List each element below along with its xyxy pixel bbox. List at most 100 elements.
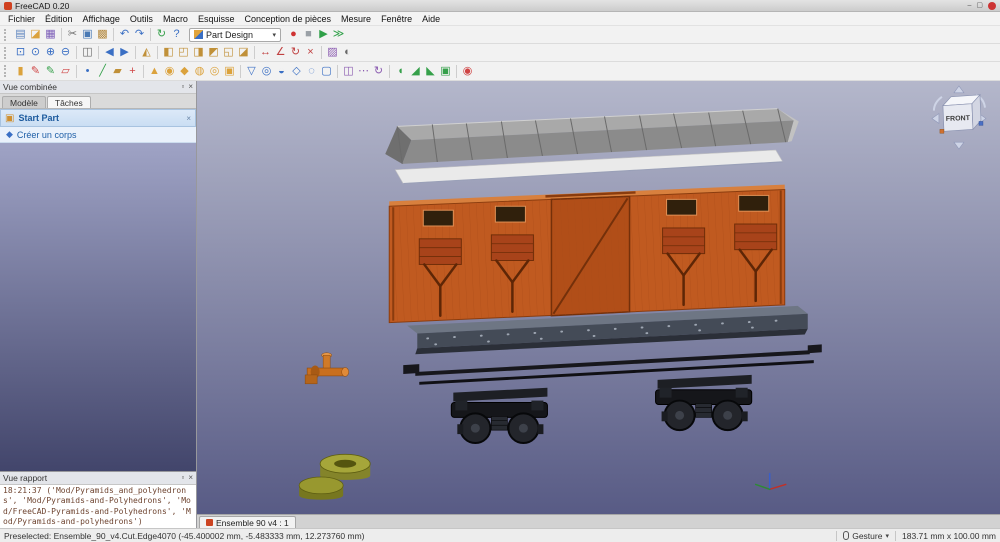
thickness-icon[interactable]: ▣ bbox=[438, 64, 453, 79]
view-front-icon[interactable]: ◧ bbox=[161, 45, 176, 60]
fillet-icon[interactable]: ◖ bbox=[393, 64, 408, 79]
menu-item-0[interactable]: Fichier bbox=[3, 14, 40, 24]
subtractive-pipe-icon[interactable]: ◌ bbox=[304, 64, 319, 79]
menu-item-8[interactable]: Fenêtre bbox=[376, 14, 417, 24]
toolbar-grip[interactable] bbox=[4, 28, 9, 41]
tab-taches[interactable]: Tâches bbox=[46, 96, 91, 108]
polar-pattern-icon[interactable]: ↻ bbox=[371, 64, 386, 79]
revolution-icon[interactable]: ◉ bbox=[162, 64, 177, 79]
create-body-icon[interactable]: ▮ bbox=[13, 64, 28, 79]
panel-float-icon[interactable]: ▫ bbox=[181, 82, 184, 92]
minimize-icon[interactable]: – bbox=[967, 2, 971, 10]
copy-icon[interactable]: ▣ bbox=[80, 27, 95, 42]
combined-view-header[interactable]: Vue combinée ▫ × bbox=[0, 81, 196, 94]
titlebar[interactable]: FreeCAD 0.20 – ▢ bbox=[0, 0, 1000, 12]
navigation-cube[interactable]: FRONT bbox=[931, 85, 987, 150]
measure-clear-icon[interactable]: × bbox=[303, 45, 318, 60]
macro-stop-icon[interactable]: ■ bbox=[301, 27, 316, 42]
menu-item-9[interactable]: Aide bbox=[417, 14, 445, 24]
menu-item-4[interactable]: Macro bbox=[158, 14, 193, 24]
maximize-icon[interactable]: ▢ bbox=[976, 2, 983, 10]
menu-item-5[interactable]: Esquisse bbox=[193, 14, 240, 24]
datum-plane-icon[interactable]: ▰ bbox=[110, 64, 125, 79]
hole-icon[interactable]: ◎ bbox=[259, 64, 274, 79]
menu-item-6[interactable]: Conception de pièces bbox=[239, 14, 336, 24]
undo-icon[interactable]: ↶ bbox=[117, 27, 132, 42]
create-sketch-icon[interactable]: ✎ bbox=[28, 64, 43, 79]
subtractive-loft-icon[interactable]: ◇ bbox=[289, 64, 304, 79]
subtractive-primitive-icon[interactable]: ▢ bbox=[319, 64, 334, 79]
redo-icon[interactable]: ↷ bbox=[132, 27, 147, 42]
paste-icon[interactable]: ▩ bbox=[95, 27, 110, 42]
zoom-in-icon[interactable]: ⊕ bbox=[43, 45, 58, 60]
view-top-icon[interactable]: ◰ bbox=[176, 45, 191, 60]
toolbar-grip[interactable] bbox=[4, 46, 9, 59]
additive-loft-icon[interactable]: ◆ bbox=[177, 64, 192, 79]
wagon-body[interactable] bbox=[388, 184, 786, 324]
tab-modele[interactable]: Modèle bbox=[2, 96, 46, 108]
report-view-header[interactable]: Vue rapport ▫ × bbox=[0, 472, 196, 485]
additive-primitive-icon[interactable]: ▣ bbox=[222, 64, 237, 79]
additive-helix-icon[interactable]: ◎ bbox=[207, 64, 222, 79]
toggle-clipping-icon[interactable]: ◐ bbox=[340, 45, 355, 60]
menu-item-1[interactable]: Édition bbox=[40, 14, 78, 24]
document-tab[interactable]: Ensemble 90 v4 : 1 bbox=[199, 516, 296, 528]
datum-line-icon[interactable]: ╱ bbox=[95, 64, 110, 79]
panel-close-icon[interactable]: × bbox=[188, 473, 193, 483]
mirrored-icon[interactable]: ◫ bbox=[341, 64, 356, 79]
create-body-link[interactable]: ◆ Créer un corps bbox=[0, 127, 196, 143]
draw-style-icon[interactable]: ◫ bbox=[80, 45, 95, 60]
boolean-operation-icon[interactable]: ◉ bbox=[460, 64, 475, 79]
measure-angular-icon[interactable]: ∠ bbox=[273, 45, 288, 60]
menu-item-7[interactable]: Mesure bbox=[336, 14, 376, 24]
macro-record-icon[interactable]: ● bbox=[286, 27, 301, 42]
report-log[interactable]: 18:21:37 ('Mod/Pyramids_and_polyhedrons'… bbox=[0, 485, 196, 528]
nav-forward-icon[interactable]: ▶ bbox=[117, 45, 132, 60]
whats-this-icon[interactable]: ? bbox=[169, 27, 184, 42]
view-left-icon[interactable]: ◪ bbox=[236, 45, 251, 60]
toolbar-grip[interactable] bbox=[4, 65, 9, 77]
fit-all-icon[interactable]: ⊡ bbox=[13, 45, 28, 60]
macro-debug-icon[interactable]: ≫ bbox=[331, 27, 346, 42]
fit-selection-icon[interactable]: ⊙ bbox=[28, 45, 43, 60]
close-icon[interactable] bbox=[988, 1, 996, 10]
groove-icon[interactable]: ◒ bbox=[274, 64, 289, 79]
save-file-icon[interactable]: ▦ bbox=[43, 27, 58, 42]
measure-refresh-icon[interactable]: ↻ bbox=[288, 45, 303, 60]
view-right-icon[interactable]: ◨ bbox=[191, 45, 206, 60]
task-group-start-part[interactable]: ▣ Start Part × bbox=[0, 109, 196, 127]
view-isometric-icon[interactable]: ◭ bbox=[139, 45, 154, 60]
macro-execute-icon[interactable]: ▶ bbox=[316, 27, 331, 42]
texture-mapping-icon[interactable]: ▨ bbox=[325, 45, 340, 60]
cut-icon[interactable]: ✂ bbox=[65, 27, 80, 42]
menu-item-3[interactable]: Outils bbox=[125, 14, 158, 24]
edit-sketch-icon[interactable]: ✎ bbox=[43, 64, 58, 79]
3d-viewport[interactable]: FRONT bbox=[197, 81, 1000, 514]
brake-part[interactable] bbox=[304, 352, 349, 385]
menu-item-2[interactable]: Affichage bbox=[78, 14, 125, 24]
new-file-icon[interactable]: ▤ bbox=[13, 27, 28, 42]
chamfer-icon[interactable]: ◢ bbox=[408, 64, 423, 79]
olive-parts[interactable] bbox=[298, 453, 371, 500]
pad-icon[interactable]: ▲ bbox=[147, 64, 162, 79]
task-group-close-icon[interactable]: × bbox=[186, 114, 191, 123]
linear-pattern-icon[interactable]: ⋯ bbox=[356, 64, 371, 79]
panel-close-icon[interactable]: × bbox=[188, 82, 193, 92]
view-rear-icon[interactable]: ◩ bbox=[206, 45, 221, 60]
pocket-icon[interactable]: ▽ bbox=[244, 64, 259, 79]
workbench-selector[interactable]: Part Design ▾ bbox=[189, 27, 281, 42]
panel-float-icon[interactable]: ▫ bbox=[181, 473, 184, 483]
nav-style-selector[interactable]: Gesture ▾ bbox=[836, 530, 889, 541]
datum-point-icon[interactable]: • bbox=[80, 64, 95, 79]
additive-pipe-icon[interactable]: ◍ bbox=[192, 64, 207, 79]
map-sketch-icon[interactable]: ▱ bbox=[58, 64, 73, 79]
view-bottom-icon[interactable]: ◱ bbox=[221, 45, 236, 60]
wagon-underframe[interactable] bbox=[403, 344, 822, 444]
coordinate-system-icon[interactable]: + bbox=[125, 64, 140, 79]
refresh-icon[interactable]: ↻ bbox=[154, 27, 169, 42]
draft-icon[interactable]: ◣ bbox=[423, 64, 438, 79]
zoom-out-icon[interactable]: ⊖ bbox=[58, 45, 73, 60]
measure-linear-icon[interactable]: ↔ bbox=[258, 45, 273, 60]
open-file-icon[interactable]: ◪ bbox=[28, 27, 43, 42]
nav-back-icon[interactable]: ◀ bbox=[102, 45, 117, 60]
